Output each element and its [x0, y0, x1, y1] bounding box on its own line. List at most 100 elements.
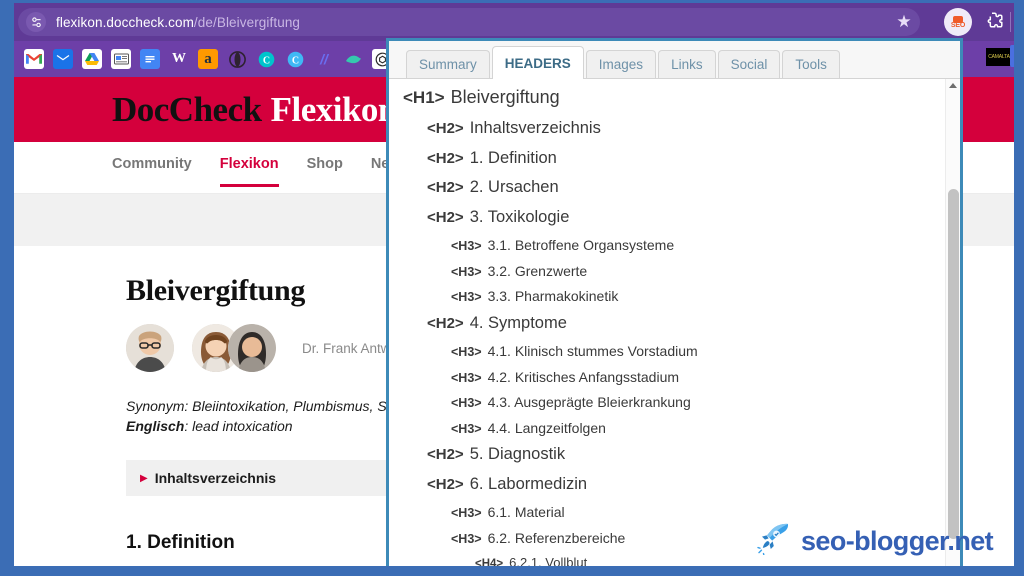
english-label: Englisch: [126, 418, 185, 434]
nav-item-flexikon[interactable]: Flexikon: [219, 156, 279, 187]
svg-text:C: C: [291, 55, 298, 66]
tab-summary[interactable]: Summary: [406, 50, 490, 78]
header-text: 4.3. Ausgeprägte Bleierkrankung: [487, 394, 691, 410]
bookmark-opera[interactable]: [227, 49, 247, 69]
header-row[interactable]: <H3> 4.3. Ausgeprägte Bleierkrankung: [389, 395, 960, 410]
bookmark-gmail[interactable]: [24, 49, 44, 69]
url-path: /de/Bleivergiftung: [193, 14, 301, 30]
header-tag: <H3>: [451, 290, 482, 304]
bookmark-google-drive[interactable]: [82, 49, 102, 69]
bookmark-canva-2[interactable]: C: [285, 49, 305, 69]
profile-avatar[interactable]: SEO: [944, 8, 972, 36]
watermark: seo-blogger.net: [757, 523, 994, 560]
bottom-frame-strip: [0, 566, 1024, 576]
bookmark-teal[interactable]: [343, 49, 363, 69]
header-text: 3.1. Betroffene Organsysteme: [487, 237, 675, 253]
tab-tools[interactable]: Tools: [782, 50, 840, 78]
header-text: 5. Diagnostik: [469, 445, 566, 463]
avatar[interactable]: [228, 324, 276, 372]
header-row[interactable]: <H2> 4. Symptome: [389, 313, 960, 332]
headers-list[interactable]: <H1> Bleivergiftung <H2> Inhaltsverzeichnis…: [389, 79, 960, 569]
header-text: Bleivergiftung: [450, 87, 560, 107]
scrollbar-thumb[interactable]: [948, 189, 959, 539]
bookmark-wordpress[interactable]: W: [169, 49, 189, 69]
toolbar-right-icon[interactable]: CAMALTA: [986, 48, 1012, 66]
toolbar-divider: [1010, 12, 1011, 32]
header-tag: <H3>: [451, 370, 482, 385]
header-tag: <H3>: [451, 239, 482, 253]
browser-toolbar: flexikon.doccheck.com/de/Bleivergiftung …: [14, 3, 1014, 41]
triangle-right-icon: ▶: [140, 472, 148, 484]
bookmark-google-news[interactable]: [111, 49, 131, 69]
header-text: 4.2. Kritisches Anfangsstadium: [487, 368, 680, 385]
header-tag: <H3>: [451, 421, 482, 436]
header-row[interactable]: <H2> 2. Ursachen: [389, 179, 960, 196]
header-tag: <H2>: [427, 314, 464, 332]
bookmark-star-icon[interactable]: ★: [894, 12, 914, 32]
header-row[interactable]: <H2> 6. Labormedizin: [389, 474, 960, 493]
toc-box[interactable]: ▶ Inhaltsverzeichnis: [126, 460, 426, 496]
site-settings-icon[interactable]: [26, 12, 46, 32]
svg-text:C: C: [262, 55, 269, 66]
header-tag: <H2>: [427, 179, 464, 196]
header-text: 4. Symptome: [469, 313, 567, 332]
header-row[interactable]: <H2> 1. Definition: [389, 148, 960, 167]
author-name[interactable]: Dr. Frank Antwe: [302, 341, 398, 356]
tab-images[interactable]: Images: [585, 50, 657, 78]
nav-item-community[interactable]: Community: [112, 156, 192, 184]
bookmark-amazon[interactable]: a: [198, 49, 218, 69]
header-tag: <H1>: [403, 88, 445, 107]
logo-part-1: DocCheck: [112, 89, 262, 129]
puzzle-icon[interactable]: [982, 10, 1006, 34]
header-text: 6.1. Material: [487, 504, 565, 520]
bookmark-google-docs[interactable]: [140, 49, 160, 69]
header-row[interactable]: <H3> 3.3. Pharmakokinetik: [389, 289, 960, 304]
tab-social[interactable]: Social: [717, 50, 781, 78]
header-text: 4.4. Langzeitfolgen: [487, 419, 606, 436]
header-text: 3.2. Grenzwerte: [487, 262, 588, 279]
avatar[interactable]: [126, 324, 174, 372]
header-row[interactable]: <H2> Inhaltsverzeichnis: [389, 120, 960, 137]
tab-links[interactable]: Links: [658, 50, 716, 78]
header-row[interactable]: <H3> 4.1. Klinisch stummes Vorstadium: [389, 344, 960, 359]
header-tag: <H2>: [427, 446, 464, 463]
synonym-value: Bleiintoxikation, Plumbismus, S: [192, 398, 387, 414]
header-tag: <H2>: [427, 149, 464, 167]
logo-part-2: Flexikon: [270, 89, 398, 129]
header-text: 3.3. Pharmakokinetik: [487, 288, 619, 304]
english-value: lead intoxication: [192, 418, 293, 434]
scroll-up-arrow-icon[interactable]: [949, 83, 957, 88]
bookmark-canva[interactable]: C: [256, 49, 276, 69]
header-row[interactable]: <H1> Bleivergiftung: [389, 88, 960, 106]
watermark-text: seo-blogger.net: [801, 526, 994, 556]
header-row[interactable]: <H3> 3.1. Betroffene Organsysteme: [389, 238, 960, 253]
synonym-label: Synonym: [126, 398, 185, 414]
header-row[interactable]: <H2> 5. Diagnostik: [389, 446, 960, 463]
header-row[interactable]: <H2> 3. Toxikologie: [389, 208, 960, 226]
header-row[interactable]: <H3> 4.4. Langzeitfolgen: [389, 421, 960, 436]
header-tag: <H2>: [427, 475, 464, 493]
header-row[interactable]: <H3> 6.1. Material: [389, 505, 960, 520]
bookmark-mail[interactable]: [53, 49, 73, 69]
toolbar-right-sliver: [1010, 45, 1014, 67]
header-row[interactable]: <H3> 3.2. Grenzwerte: [389, 264, 960, 279]
header-tag: <H3>: [451, 345, 482, 359]
nav-item-shop[interactable]: Shop: [307, 156, 343, 184]
url-host: flexikon.doccheck.com: [56, 14, 194, 30]
header-text: 6. Labormedizin: [469, 474, 588, 493]
header-tag: <H3>: [451, 506, 482, 520]
popup-inner: Summary HEADERS Images Links Social Tool…: [389, 41, 960, 569]
screenshot-root: flexikon.doccheck.com/de/Bleivergiftung …: [0, 0, 1024, 576]
header-tag: <H3>: [451, 396, 482, 410]
doccheck-logo[interactable]: DocCheck Flexikon: [112, 90, 397, 130]
address-bar[interactable]: flexikon.doccheck.com/de/Bleivergiftung: [18, 8, 920, 36]
header-text: Inhaltsverzeichnis: [469, 119, 601, 137]
header-tag: <H3>: [451, 531, 482, 546]
header-text: 1. Definition: [469, 148, 557, 167]
header-row[interactable]: <H3> 4.2. Kritisches Anfangsstadium: [389, 370, 960, 385]
bookmark-slashes[interactable]: //: [314, 49, 334, 69]
popup-scrollbar[interactable]: [945, 79, 960, 569]
tab-headers[interactable]: HEADERS: [491, 46, 584, 79]
header-text: 6.2. Referenzbereiche: [487, 529, 626, 546]
header-tag: <H2>: [427, 120, 464, 137]
